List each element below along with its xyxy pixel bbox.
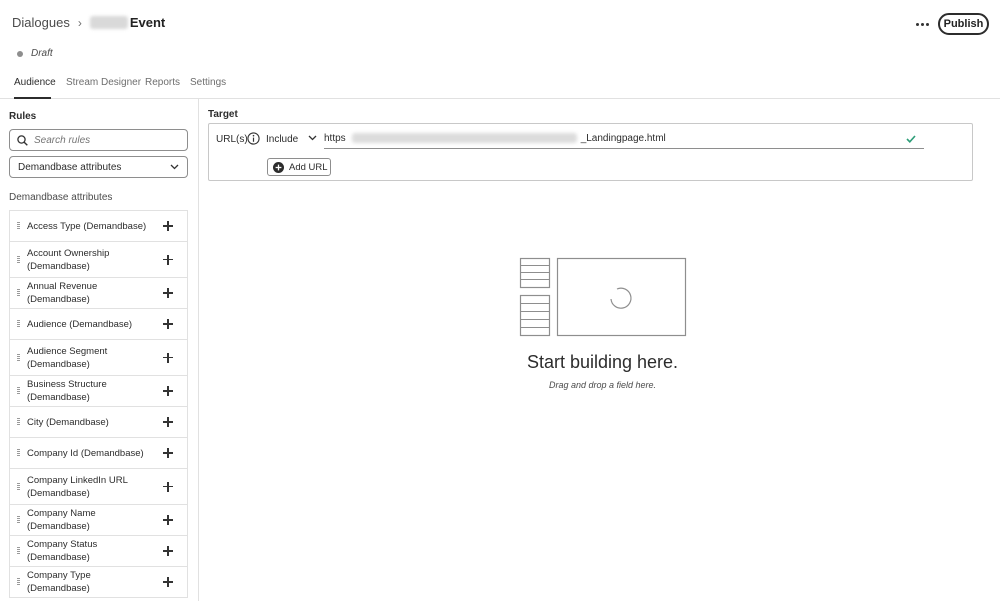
drag-handle-icon[interactable] — [17, 353, 20, 362]
page-title: Event — [129, 15, 166, 30]
add-icon[interactable] — [163, 352, 173, 363]
more-options-icon[interactable] — [912, 14, 932, 34]
drag-handle-icon[interactable] — [17, 578, 20, 586]
drag-handle-icon[interactable] — [17, 255, 20, 264]
url-prefix: https — [324, 132, 346, 144]
list-item[interactable]: Annual Revenue (Demandbase) — [10, 278, 187, 309]
list-item[interactable]: Audience (Demandbase) — [10, 309, 187, 340]
status-dot-icon — [17, 50, 23, 57]
add-url-label: Add URL — [289, 161, 328, 173]
drag-handle-icon[interactable] — [17, 418, 20, 426]
search-input[interactable] — [34, 134, 174, 146]
list-item[interactable]: Access Type (Demandbase) — [10, 211, 187, 242]
list-item-label: Company LinkedIn URL (Demandbase) — [27, 474, 128, 499]
list-item[interactable]: Company Name (Demandbase) — [10, 505, 187, 536]
redacted-text — [89, 16, 128, 29]
drag-handle-icon[interactable] — [17, 320, 20, 328]
status-indicator: Draft — [17, 48, 53, 59]
chevron-down-icon[interactable] — [308, 135, 317, 141]
publish-button[interactable]: Publish — [938, 13, 989, 35]
search-box[interactable] — [9, 129, 188, 151]
tab-reports[interactable]: Reports — [145, 77, 180, 88]
target-title: Target — [208, 109, 238, 120]
list-item-label: Access Type (Demandbase) — [27, 220, 147, 232]
add-icon[interactable] — [163, 386, 173, 396]
add-circle-icon — [273, 161, 284, 173]
drag-handle-icon[interactable] — [17, 516, 20, 524]
section-label: Demandbase attributes — [9, 192, 113, 203]
add-icon[interactable] — [163, 417, 173, 427]
chevron-right-icon: › — [77, 15, 82, 30]
list-item-label: Company Id (Demandbase) — [27, 447, 144, 459]
picker-value: Demandbase attributes — [18, 161, 122, 173]
url-suffix: _Landingpage.html — [580, 132, 666, 144]
status-text: Draft — [31, 48, 53, 59]
list-item-label: Company Status (Demandbase) — [27, 539, 98, 563]
list-item[interactable]: Audience Segment (Demandbase) — [10, 340, 187, 376]
add-icon[interactable] — [163, 546, 173, 556]
chevron-down-icon — [170, 164, 179, 170]
tab-stream-designer[interactable]: Stream Designer — [66, 77, 141, 88]
list-item-label: Business Structure (Demandbase) — [27, 379, 107, 403]
attribute-source-picker[interactable]: Demandbase attributes — [9, 156, 188, 178]
tab-audience[interactable]: Audience — [14, 77, 56, 88]
add-icon[interactable] — [163, 481, 173, 492]
tab-bar: Audience Stream Designer Reports Setting… — [0, 70, 1000, 99]
url-input[interactable]: https _Landingpage.html — [324, 128, 924, 149]
add-icon[interactable] — [163, 319, 173, 329]
list-item[interactable]: Company Id (Demandbase) — [10, 438, 187, 469]
add-url-button[interactable]: Add URL — [267, 158, 331, 176]
add-icon[interactable] — [163, 221, 173, 231]
url-label: URL(s) — [216, 134, 248, 145]
drag-handle-icon[interactable] — [17, 449, 20, 457]
list-item[interactable]: Account Ownership (Demandbase) — [10, 242, 187, 278]
list-item-label: Audience (Demandbase) — [27, 318, 133, 330]
empty-state-subtitle: Drag and drop a field here. — [548, 380, 657, 390]
add-icon[interactable] — [163, 577, 173, 587]
list-item-label: Account Ownership (Demandbase) — [27, 247, 110, 272]
redacted-text — [351, 133, 577, 143]
drag-handle-icon[interactable] — [17, 222, 20, 230]
breadcrumb-root-link[interactable]: Dialogues — [12, 15, 70, 30]
add-icon[interactable] — [163, 288, 173, 298]
drag-handle-icon[interactable] — [17, 289, 20, 297]
list-item-label: Annual Revenue (Demandbase) — [27, 281, 98, 305]
list-item-label: Company Name (Demandbase) — [27, 508, 96, 532]
add-icon[interactable] — [163, 448, 173, 458]
header: Dialogues › Event Publish — [0, 0, 1000, 48]
breadcrumb: Dialogues › Event — [12, 15, 165, 30]
drag-handle-icon[interactable] — [17, 387, 20, 395]
add-icon[interactable] — [163, 254, 173, 265]
rules-panel: Rules Demandbase attributes Demandbase a… — [0, 99, 199, 601]
list-item-label: City (Demandbase) — [27, 416, 109, 428]
tab-settings[interactable]: Settings — [190, 77, 226, 88]
list-item[interactable]: Business Structure (Demandbase) — [10, 376, 187, 407]
empty-canvas-illustration-icon — [519, 257, 687, 337]
add-icon[interactable] — [163, 515, 173, 525]
list-item[interactable]: Company LinkedIn URL (Demandbase) — [10, 469, 187, 505]
list-item[interactable]: Company Type (Demandbase) — [10, 567, 187, 598]
rules-title: Rules — [9, 111, 37, 122]
search-icon — [17, 134, 28, 146]
checkmark-icon — [906, 135, 916, 143]
target-box: URL(s) Include https _Landingpage.html A… — [208, 123, 973, 181]
empty-state-title: Start building here. — [526, 352, 679, 372]
list-item-label: Audience Segment (Demandbase) — [27, 345, 108, 370]
info-icon[interactable] — [247, 132, 260, 145]
drag-handle-icon[interactable] — [17, 547, 20, 555]
match-mode-select[interactable]: Include — [266, 134, 298, 145]
drag-handle-icon[interactable] — [17, 482, 20, 491]
list-item-label: Company Type (Demandbase) — [27, 570, 91, 594]
attribute-list: Access Type (Demandbase) Account Ownersh… — [9, 210, 188, 598]
list-item[interactable]: Company Status (Demandbase) — [10, 536, 187, 567]
list-item[interactable]: City (Demandbase) — [10, 407, 187, 438]
